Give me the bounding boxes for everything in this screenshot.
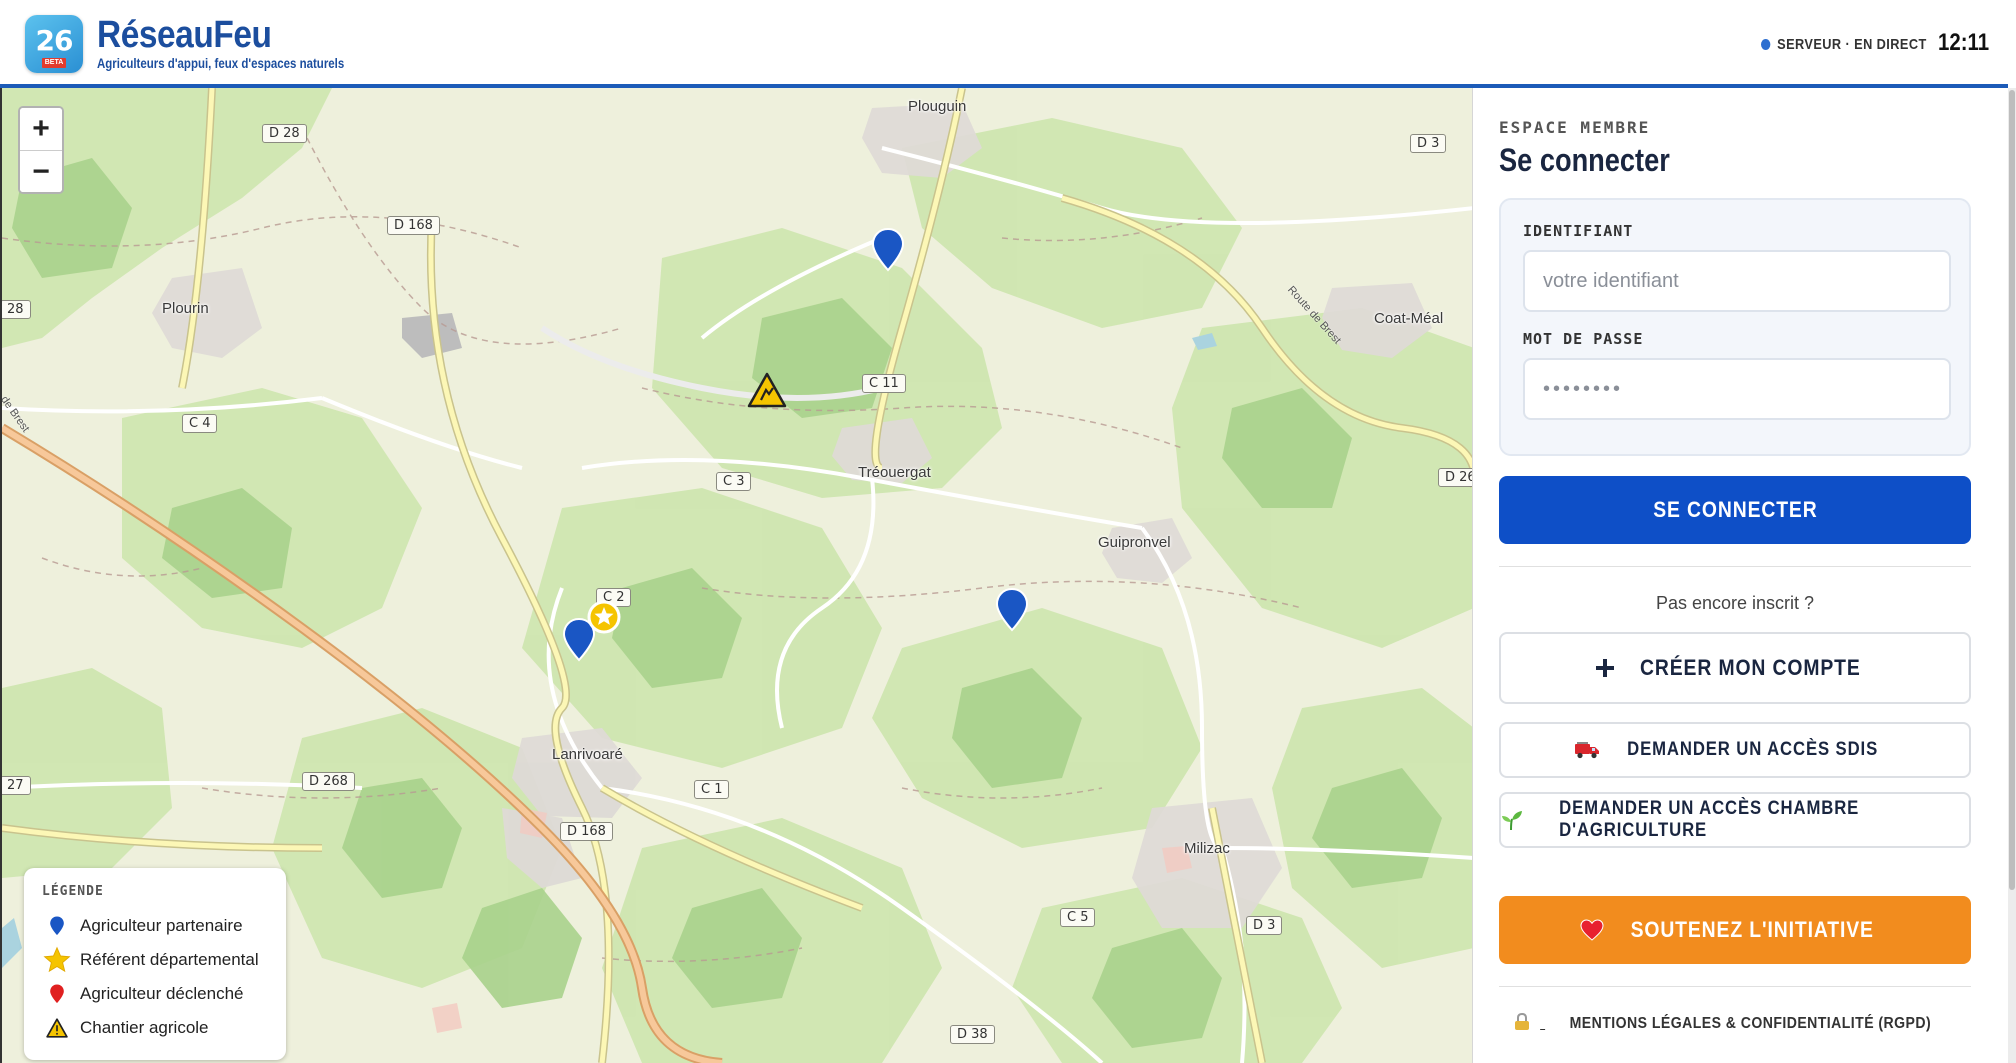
road-label: C 5 bbox=[1060, 908, 1096, 927]
request-chambre-access-label: DEMANDER UN ACCÈS CHAMBRE D'AGRICULTURE bbox=[1559, 798, 1860, 841]
road-label: C 4 bbox=[182, 414, 218, 433]
identifiant-label: IDENTIFIANT bbox=[1523, 222, 1634, 240]
password-label: MOT DE PASSE bbox=[1523, 330, 1644, 348]
legend-label: Agriculteur déclenché bbox=[80, 984, 244, 1003]
clock: 12:11 bbox=[1938, 29, 1990, 56]
support-initiative-button[interactable]: SOUTENEZ L'INITIATIVE bbox=[1499, 896, 1971, 964]
warning-icon bbox=[42, 1013, 72, 1043]
place-label: Plouguin bbox=[908, 98, 967, 115]
create-account-label: CRÉER MON COMPTE bbox=[1639, 655, 1861, 680]
star-icon bbox=[42, 945, 72, 975]
road-label: 27 bbox=[2, 776, 31, 795]
legend-label: Agriculteur partenaire bbox=[80, 916, 243, 935]
not-registered-text: Pas encore inscrit ? bbox=[1655, 593, 1815, 613]
login-form: IDENTIFIANT MOT DE PASSE bbox=[1499, 198, 1971, 456]
road-label: D 3 bbox=[1246, 916, 1283, 935]
app-title: RéseauFeu bbox=[97, 14, 272, 56]
place-label: Milizac bbox=[1184, 840, 1230, 857]
panel-eyebrow: ESPACE MEMBRE bbox=[1499, 118, 1651, 137]
app-logo[interactable]: 26 BETA bbox=[25, 15, 83, 73]
create-account-button[interactable]: CRÉER MON COMPTE bbox=[1499, 632, 1971, 704]
road-label: D 3 bbox=[1410, 134, 1447, 153]
scrollbar-thumb[interactable] bbox=[2009, 90, 2015, 890]
chantier-warning-marker[interactable] bbox=[747, 372, 787, 408]
seedling-icon bbox=[1501, 809, 1523, 831]
blue-pin-icon bbox=[42, 911, 72, 941]
divider bbox=[1499, 566, 1971, 567]
legal-link-label: MENTIONS LÉGALES & CONFIDENTIALITÉ (RGPD… bbox=[1569, 1015, 1932, 1032]
app-subtitle: Agriculteurs d'appui, feux d'espaces nat… bbox=[97, 55, 345, 71]
zoom-out-button[interactable]: − bbox=[20, 150, 62, 192]
place-label: Coat-Méal bbox=[1374, 310, 1444, 327]
legend-item-chantier: Chantier agricole bbox=[42, 1011, 268, 1045]
login-panel: ESPACE MEMBRE Se connecter IDENTIFIANT M… bbox=[1472, 88, 2008, 1063]
place-label: Plourin bbox=[162, 300, 209, 317]
road-label: C 3 bbox=[716, 472, 752, 491]
identifiant-input[interactable] bbox=[1523, 250, 1951, 312]
heart-icon bbox=[1580, 919, 1604, 941]
login-button-label: SE CONNECTER bbox=[1652, 497, 1818, 522]
login-button[interactable]: SE CONNECTER bbox=[1499, 476, 1971, 544]
place-label: Guipronvel bbox=[1098, 534, 1171, 551]
password-input[interactable] bbox=[1523, 358, 1951, 420]
server-status-text: SERVEUR · EN DIRECT bbox=[1777, 35, 1927, 53]
map-view[interactable]: + − D 28 D 168 28 C 4 D 3 C 11 C 3 D 26 … bbox=[0, 88, 1472, 1063]
legal-link[interactable]: MENTIONS LÉGALES & CONFIDENTIALITÉ (RGPD… bbox=[1499, 1013, 1971, 1033]
road-label: D 26 bbox=[1438, 468, 1472, 487]
panel-title: Se connecter bbox=[1499, 142, 1670, 178]
server-status: SERVEUR · EN DIRECT bbox=[1761, 34, 1927, 54]
divider bbox=[1499, 986, 1971, 987]
legend-item-triggered: Agriculteur déclenché bbox=[42, 977, 268, 1011]
place-label: Tréouergat bbox=[858, 464, 931, 481]
fire-truck-icon bbox=[1574, 741, 1600, 759]
road-label: D 28 bbox=[262, 124, 307, 143]
logo-beta-tag: BETA bbox=[42, 58, 66, 68]
request-chambre-access-button[interactable]: DEMANDER UN ACCÈS CHAMBRE D'AGRICULTURE bbox=[1499, 792, 1971, 848]
zoom-in-button[interactable]: + bbox=[20, 108, 62, 150]
status-dot-icon bbox=[1761, 38, 1771, 50]
road-label: C 11 bbox=[862, 374, 906, 393]
app-header: 26 BETA RéseauFeu Agriculteurs d'appui, … bbox=[0, 0, 2008, 88]
legend-label: Référent départemental bbox=[80, 950, 259, 969]
plus-icon bbox=[1595, 658, 1615, 678]
zoom-control: + − bbox=[18, 106, 64, 194]
support-initiative-label: SOUTENEZ L'INITIATIVE bbox=[1630, 917, 1874, 942]
lock-icon bbox=[1514, 1013, 1530, 1031]
legend-title: LÉGENDE bbox=[42, 884, 104, 899]
partner-farmer-marker[interactable] bbox=[872, 228, 904, 272]
referent-star-marker[interactable] bbox=[587, 600, 621, 634]
legend-item-referent: Référent départemental bbox=[42, 943, 268, 977]
map-legend: LÉGENDE Agriculteur partenaire Référent … bbox=[24, 868, 286, 1060]
road-label: D 168 bbox=[387, 216, 440, 235]
logo-number: 26 bbox=[35, 24, 74, 57]
place-label: Lanrivoaré bbox=[552, 746, 623, 763]
request-sdis-access-label: DEMANDER UN ACCÈS SDIS bbox=[1627, 739, 1879, 760]
red-pin-icon bbox=[42, 979, 72, 1009]
road-label: D 268 bbox=[302, 772, 355, 791]
road-label: 28 bbox=[2, 300, 31, 319]
partner-farmer-marker[interactable] bbox=[996, 588, 1028, 632]
road-label: C 1 bbox=[694, 780, 730, 799]
legend-item-partner: Agriculteur partenaire bbox=[42, 909, 268, 943]
road-label: D 168 bbox=[560, 822, 613, 841]
request-sdis-access-button[interactable]: DEMANDER UN ACCÈS SDIS bbox=[1499, 722, 1971, 778]
road-label: D 38 bbox=[950, 1025, 995, 1044]
legend-label: Chantier agricole bbox=[80, 1018, 209, 1037]
